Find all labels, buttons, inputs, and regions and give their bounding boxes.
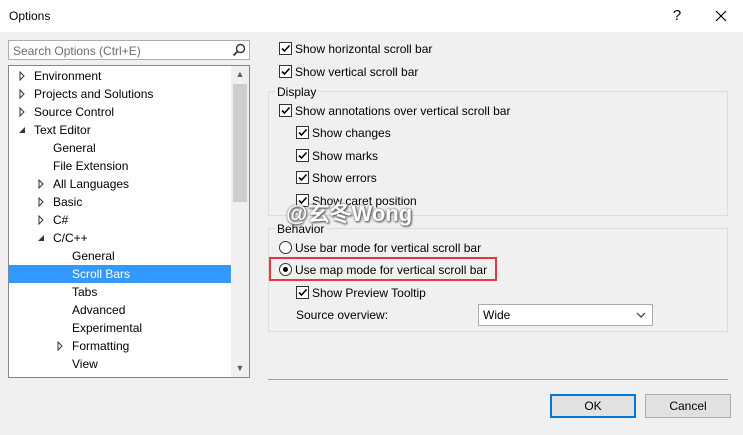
show-annotations-label: Show annotations over vertical scroll ba…	[295, 104, 511, 118]
tree-item-label: View	[72, 357, 98, 371]
search-input[interactable]: Search Options (Ctrl+E)	[8, 40, 250, 60]
show-vertical-checkbox[interactable]	[279, 65, 292, 78]
tree-item-label: Advanced	[72, 303, 126, 317]
expand-arrow-icon[interactable]	[17, 71, 27, 81]
tree-item-label: Experimental	[72, 321, 143, 335]
expand-arrow-icon[interactable]	[17, 89, 27, 99]
cancel-button[interactable]: Cancel	[645, 394, 731, 418]
tree-item[interactable]: Scroll Bars	[9, 265, 232, 283]
show-vertical-label: Show vertical scroll bar	[295, 65, 419, 79]
tree-item-label: Basic	[53, 195, 83, 209]
highlight-box	[269, 257, 497, 281]
tree-item-label: Projects and Solutions	[34, 87, 154, 101]
tree-item[interactable]: Basic	[9, 193, 232, 211]
checkmark-icon	[298, 128, 308, 137]
bar-mode-radio[interactable]	[279, 241, 292, 254]
scroll-thumb[interactable]	[233, 84, 247, 202]
tree-item[interactable]: Source Control	[9, 103, 232, 121]
watermark: @玄冬Wong	[286, 201, 413, 226]
expand-arrow-icon[interactable]	[36, 179, 46, 189]
tree-item[interactable]: Environment	[9, 67, 232, 85]
source-overview-value: Wide	[483, 308, 511, 322]
checkmark-icon	[281, 106, 291, 115]
tree-item-label: Formatting	[72, 339, 130, 353]
show-errors-checkbox[interactable]	[296, 171, 309, 184]
show-annotations-checkbox[interactable]	[279, 104, 292, 117]
collapse-arrow-icon[interactable]	[17, 125, 27, 135]
checkmark-icon	[298, 173, 308, 182]
title-bar	[0, 0, 743, 32]
tree-item-label: Text Editor	[34, 123, 91, 137]
tree-item[interactable]: General	[9, 139, 232, 157]
help-button[interactable]: ?	[666, 5, 688, 27]
tree-item-label: General	[72, 249, 115, 263]
tree-scrollbar[interactable]: ▲ ▼	[231, 66, 249, 377]
close-icon	[715, 10, 727, 22]
tree-item-label: C/C++	[53, 231, 88, 245]
show-horizontal-checkbox[interactable]	[279, 42, 292, 55]
bar-mode-label: Use bar mode for vertical scroll bar	[295, 241, 482, 255]
tree-item[interactable]: Projects and Solutions	[9, 85, 232, 103]
checkmark-icon	[298, 288, 308, 297]
show-changes-label: Show changes	[312, 126, 391, 140]
show-marks-label: Show marks	[312, 149, 379, 163]
expand-arrow-icon[interactable]	[17, 107, 27, 117]
tree-item-label: Tabs	[72, 285, 98, 299]
collapse-arrow-icon[interactable]	[36, 233, 46, 243]
expand-arrow-icon[interactable]	[36, 215, 46, 225]
tree-item-label: Source Control	[34, 105, 115, 119]
checkmark-icon	[281, 67, 291, 76]
tree-item[interactable]: View	[9, 355, 232, 373]
tree-item[interactable]: Experimental	[9, 319, 232, 337]
tree-item-label: Scroll Bars	[72, 267, 131, 281]
checkmark-icon	[281, 44, 291, 53]
show-errors-label: Show errors	[312, 171, 377, 185]
source-overview-select[interactable]: Wide	[478, 304, 653, 326]
expand-arrow-icon[interactable]	[55, 341, 65, 351]
ok-button[interactable]: OK	[550, 394, 636, 418]
preview-tooltip-checkbox[interactable]	[296, 286, 309, 299]
scroll-down-button[interactable]: ▼	[231, 360, 249, 377]
separator	[268, 379, 728, 380]
tree-item-label: C#	[53, 213, 69, 227]
tree-item-label: Environment	[34, 69, 102, 83]
chevron-down-icon	[636, 312, 646, 318]
tree-item[interactable]: File Extension	[9, 157, 232, 175]
search-icon[interactable]	[232, 43, 246, 57]
tree-item-label: File Extension	[53, 159, 129, 173]
tree-item[interactable]: C#	[9, 211, 232, 229]
display-group-title: Display	[275, 85, 319, 99]
tree-item-label: General	[53, 141, 96, 155]
checkmark-icon	[298, 151, 308, 160]
tree-item[interactable]: General	[9, 247, 232, 265]
show-changes-checkbox[interactable]	[296, 126, 309, 139]
show-horizontal-label: Show horizontal scroll bar	[295, 42, 433, 56]
tree-item[interactable]: Advanced	[9, 301, 232, 319]
tree-item[interactable]: Tabs	[9, 283, 232, 301]
options-tree[interactable]: Environment Projects and Solutions Source …	[8, 65, 250, 378]
tree-item[interactable]: Formatting	[9, 337, 232, 355]
close-button[interactable]	[706, 3, 736, 29]
source-overview-label: Source overview:	[296, 308, 389, 322]
window-title: Options	[9, 9, 51, 23]
show-marks-checkbox[interactable]	[296, 149, 309, 162]
tree-item[interactable]: Text Editor	[9, 121, 232, 139]
tree-item[interactable]: All Languages	[9, 175, 232, 193]
tree-item-label: All Languages	[53, 177, 130, 191]
tree-item[interactable]: C/C++	[9, 229, 232, 247]
scroll-up-button[interactable]: ▲	[231, 66, 249, 83]
preview-tooltip-label: Show Preview Tooltip	[312, 286, 426, 300]
expand-arrow-icon[interactable]	[36, 197, 46, 207]
search-placeholder: Search Options (Ctrl+E)	[13, 44, 141, 58]
